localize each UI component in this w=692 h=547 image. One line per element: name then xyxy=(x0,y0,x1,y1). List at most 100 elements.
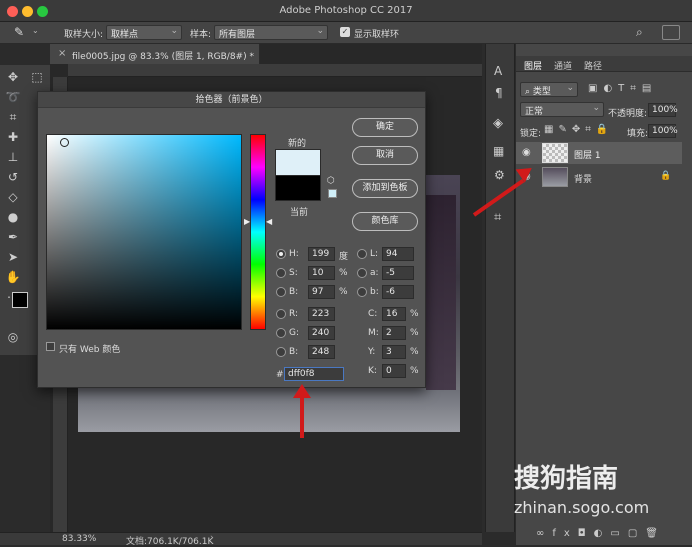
current-color-swatch[interactable] xyxy=(275,175,321,201)
tab-paths[interactable]: 路径 xyxy=(584,59,602,72)
pen-tool-icon[interactable]: ✒ xyxy=(5,229,21,245)
sample-select[interactable]: 所有图层 ⌄ xyxy=(214,25,328,40)
cube-icon[interactable]: ⬡ xyxy=(327,176,335,186)
lab-l-input[interactable]: 94 xyxy=(382,247,414,261)
color-field-marker[interactable] xyxy=(60,138,69,147)
lab-a-input[interactable]: -5 xyxy=(382,266,414,280)
quick-mask-icon[interactable]: ◎ xyxy=(5,329,21,345)
blue-radio[interactable] xyxy=(276,347,286,357)
chevron-down-icon[interactable]: ⌄ xyxy=(32,26,39,35)
crop-tool-icon[interactable]: ⌗ xyxy=(5,109,21,125)
filter-kind-select[interactable]: ⌕ 类型 ⌄ xyxy=(520,82,578,97)
chevron-down-icon: ⌄ xyxy=(170,26,178,36)
workspace-icon[interactable] xyxy=(662,25,680,40)
sample-size-select[interactable]: 取样点 ⌄ xyxy=(106,25,182,40)
cancel-button[interactable]: 取消 xyxy=(352,146,418,165)
layer-row[interactable]: ◉ 背景 🔒 xyxy=(516,166,682,188)
web-safe-swatch[interactable] xyxy=(328,189,337,198)
brightness-radio[interactable] xyxy=(276,287,286,297)
eye-icon[interactable]: ◉ xyxy=(522,147,531,158)
hue-slider-left-handle[interactable]: ▶ xyxy=(244,217,250,226)
layers-panel-icon[interactable]: ◈ xyxy=(493,116,503,131)
lab-l-radio[interactable] xyxy=(357,249,367,259)
red-input[interactable]: 223 xyxy=(308,307,335,321)
fill-label: 填充: xyxy=(627,129,649,139)
properties-panel-icon[interactable]: ⚙ xyxy=(494,168,505,182)
blend-mode-value: 正常 xyxy=(525,107,544,117)
layer-row[interactable]: ◉ 图层 1 xyxy=(516,142,682,164)
lock-icon: 🔒 xyxy=(660,171,672,181)
green-input[interactable]: 240 xyxy=(308,326,335,340)
brightness-input[interactable]: 97 xyxy=(308,285,335,299)
paragraph-panel-icon[interactable]: ¶ xyxy=(495,86,503,100)
opacity-input[interactable]: 100% xyxy=(648,103,678,117)
layer-filter-icons[interactable]: ▣◐T⌗▤ xyxy=(588,83,657,94)
show-ring-checkbox[interactable]: ✓ xyxy=(340,27,350,37)
layer-name[interactable]: 图层 1 xyxy=(574,148,601,161)
red-radio[interactable] xyxy=(276,309,286,319)
document-tab[interactable]: × file0005.jpg @ 83.3% (图层 1, RGB/8#) * xyxy=(50,44,260,64)
web-only-checkbox[interactable] xyxy=(46,342,55,351)
crop-panel-icon[interactable]: ⌗ xyxy=(494,210,501,225)
tab-channels[interactable]: 通道 xyxy=(554,59,572,72)
sample-label: 样本: xyxy=(190,30,212,40)
black-input[interactable]: 0 xyxy=(382,364,406,378)
search-icon[interactable]: ⌕ xyxy=(636,25,643,40)
close-tab-icon[interactable]: × xyxy=(58,48,66,59)
foreground-color-swatch[interactable] xyxy=(12,292,28,308)
eyedropper-icon[interactable]: ✎ xyxy=(14,25,24,39)
lab-b-radio[interactable] xyxy=(357,287,367,297)
move-tool-icon[interactable]: ✥ xyxy=(5,69,21,85)
dodge-tool-icon[interactable]: ● xyxy=(5,209,21,225)
saturation-input[interactable]: 10 xyxy=(308,266,335,280)
green-radio[interactable] xyxy=(276,328,286,338)
yellow-input[interactable]: 3 xyxy=(382,345,406,359)
magenta-input[interactable]: 2 xyxy=(382,326,406,340)
hue-radio[interactable] xyxy=(276,249,286,259)
character-panel-icon[interactable]: A xyxy=(494,64,502,78)
hue-input[interactable]: 199 xyxy=(308,247,335,261)
fill-input[interactable]: 100% xyxy=(648,124,678,138)
add-to-swatches-button[interactable]: 添加到色板 xyxy=(352,179,418,198)
history-brush-icon[interactable]: ↺ xyxy=(5,169,21,185)
brightness-label: B: xyxy=(289,287,299,297)
blend-mode-select[interactable]: 正常 ⌄ xyxy=(520,102,604,117)
stamp-tool-icon[interactable]: ⊥ xyxy=(5,149,21,165)
sample-size-label: 取样大小: xyxy=(64,30,104,40)
channels-panel-icon[interactable]: ▦ xyxy=(493,144,504,158)
hue-slider-right-handle[interactable]: ◀ xyxy=(266,217,272,226)
eraser-tool-icon[interactable]: ◇ xyxy=(5,189,21,205)
lasso-tool-icon[interactable]: ➰ xyxy=(5,89,21,105)
color-field[interactable] xyxy=(46,134,242,330)
tab-layers[interactable]: 图层 xyxy=(524,59,542,72)
building-image-part xyxy=(426,195,456,395)
color-libraries-button[interactable]: 颜色库 xyxy=(352,212,418,231)
blue-input[interactable]: 248 xyxy=(308,345,335,359)
lab-b-input[interactable]: -6 xyxy=(382,285,414,299)
sample-value: 所有图层 xyxy=(219,30,256,40)
hex-input[interactable]: dff0f8 xyxy=(284,367,344,381)
title-bar: Adobe Photoshop CC 2017 xyxy=(0,0,692,22)
cyan-label: C: xyxy=(368,309,378,319)
cyan-input[interactable]: 16 xyxy=(382,307,406,321)
lab-a-radio[interactable] xyxy=(357,268,367,278)
layer-name[interactable]: 背景 xyxy=(574,172,592,185)
layer-actions-icons[interactable]: ∞fx◘◐▭▢🗑 xyxy=(536,528,666,539)
ok-button[interactable]: 确定 xyxy=(352,118,418,137)
hand-tool-icon[interactable]: ✋ xyxy=(5,269,21,285)
green-label: G: xyxy=(289,328,300,338)
lock-icons[interactable]: ▦✎✥⌗🔒 xyxy=(544,124,613,135)
dialog-title: 拾色器（前景色） xyxy=(38,92,425,108)
saturation-radio[interactable] xyxy=(276,268,286,278)
path-select-icon[interactable]: ➤ xyxy=(5,249,21,265)
red-label: R: xyxy=(289,309,299,319)
hue-label: H: xyxy=(289,249,299,259)
hue-slider[interactable] xyxy=(250,134,266,330)
healing-tool-icon[interactable]: ✚ xyxy=(5,129,21,145)
saturation-label: S: xyxy=(289,268,298,278)
marquee-tool-icon[interactable]: ⬚ xyxy=(29,69,45,85)
yellow-label: Y: xyxy=(368,347,376,357)
document-tab-title: file0005.jpg @ 83.3% (图层 1, RGB/8#) * xyxy=(72,52,254,62)
zoom-level[interactable]: 83.33% xyxy=(62,534,96,544)
chevron-right-icon[interactable]: › xyxy=(210,533,214,543)
